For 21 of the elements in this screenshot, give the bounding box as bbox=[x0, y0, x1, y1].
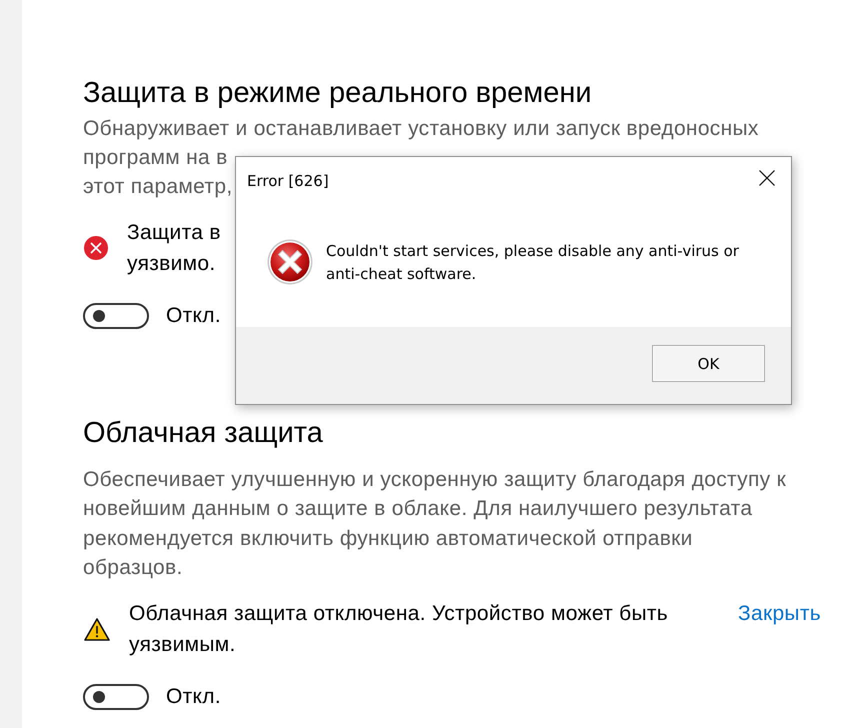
description-line: программ на в bbox=[83, 145, 228, 171]
close-icon[interactable] bbox=[759, 170, 775, 186]
section-title: Защита в режиме реального времени bbox=[83, 76, 593, 111]
dialog-title: Error [626] bbox=[247, 172, 329, 190]
status-message-line: уязвимо. bbox=[127, 251, 216, 277]
warning-icon bbox=[84, 618, 110, 641]
description-line: Обнаруживает и останавливает установку или запуск вредоносных bbox=[83, 116, 759, 142]
ok-button[interactable]: OK bbox=[652, 345, 765, 382]
toggle-label: Откл. bbox=[166, 684, 221, 710]
toggle-switch[interactable] bbox=[83, 303, 149, 329]
close-link[interactable]: Закрыть bbox=[738, 598, 821, 630]
dialog-message: Couldn't start services, please disable any anti-virus or anti-cheat software. bbox=[326, 241, 740, 285]
toggle-label: Откл. bbox=[166, 303, 221, 329]
status-message-line: Защита в bbox=[127, 220, 221, 246]
section-title: Облачная защита bbox=[83, 416, 324, 451]
description-line: этот параметр, bbox=[83, 174, 232, 200]
toggle-switch[interactable] bbox=[83, 684, 149, 710]
error-icon bbox=[267, 239, 313, 285]
error-icon bbox=[84, 236, 108, 260]
section-description: Обеспечивает улучшенную и ускоренную защиту благодаря доступу к новейшим данным о защите в облаке. Для наилучшего результата рекомендуется включить функцию автоматической отправки образцов. bbox=[83, 467, 788, 581]
status-message: Облачная защита отключена. Устройство может быть уязвимым. bbox=[129, 601, 670, 658]
